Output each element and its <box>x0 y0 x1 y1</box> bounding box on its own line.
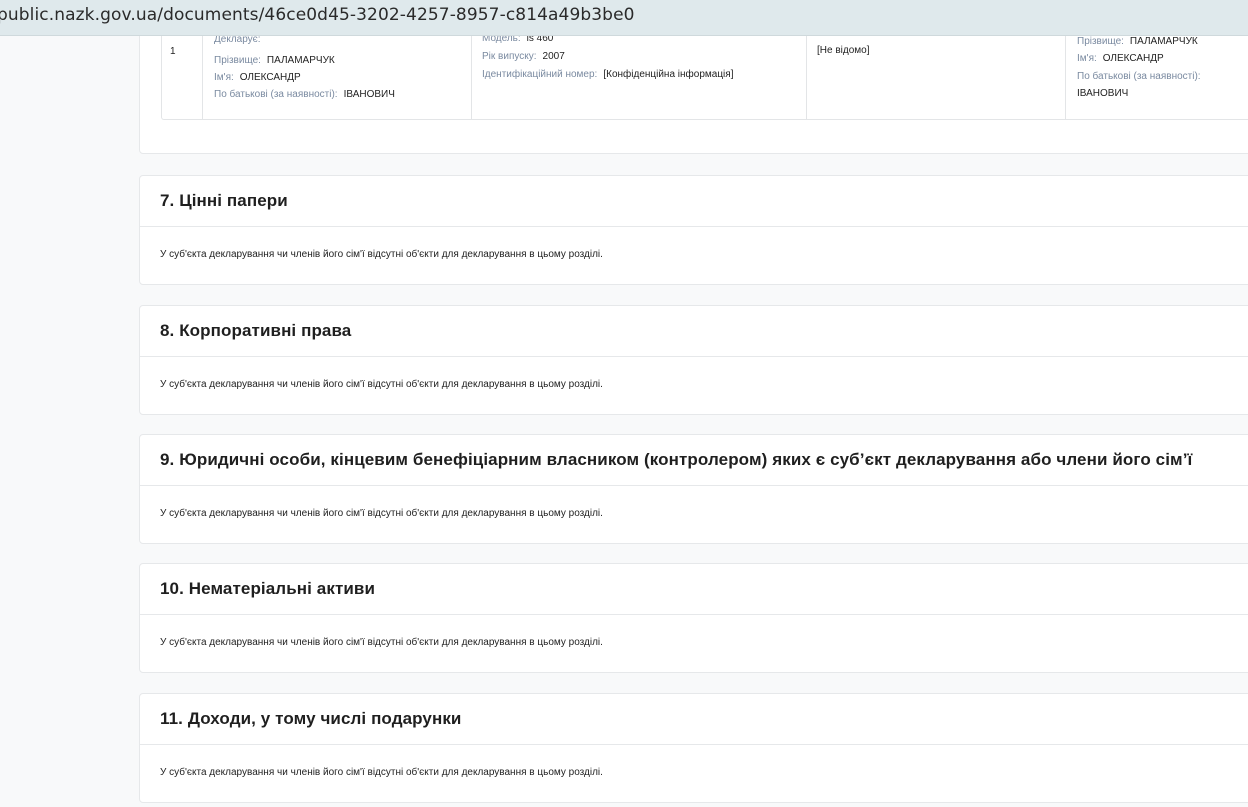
row-number: 1 <box>170 46 176 57</box>
section-header: 10. Нематеріальні активи <box>140 564 1248 615</box>
empty-section-note: У суб'єкта декларування чи членів його с… <box>160 379 603 390</box>
owner-name-label: Ім'я: <box>214 72 234 83</box>
owner-surname: ПАЛАМАРЧУК <box>266 55 335 66</box>
owner-patronymic-label: По батькові (за наявності): <box>214 89 338 100</box>
user-surname: ПАЛАМАРЧУК <box>1129 36 1198 47</box>
section-header: 9. Юридичні особи, кінцевим бенефіціарни… <box>140 435 1248 486</box>
empty-section-note: У суб'єкта декларування чи членів його с… <box>160 637 603 648</box>
owner-name: ОЛЕКСАНДР <box>239 72 301 83</box>
user-surname-label: Прізвище: <box>1077 36 1124 47</box>
user-name: ОЛЕКСАНДР <box>1102 53 1164 64</box>
section-title: 7. Цінні папери <box>160 191 288 210</box>
vehicles-card: 1 Декларує: Прізвище: ПАЛАМАРЧУК Ім'я: ОЛЕ… <box>139 36 1248 154</box>
section-header: 7. Цінні папери <box>140 176 1248 227</box>
year-value: 2007 <box>542 51 565 62</box>
owner-heading: Декларує: <box>214 36 261 45</box>
id-label: Ідентифікаційний номер: <box>482 69 598 80</box>
section-intangible-assets: 10. Нематеріальні активи У суб'єкта декл… <box>139 563 1248 673</box>
section-title: 11. Доходи, у тому числі подарунки <box>160 709 462 728</box>
user-name-label: Ім'я: <box>1077 53 1097 64</box>
section-title: 9. Юридичні особи, кінцевим бенефіціарни… <box>160 450 1193 469</box>
table-cell-model: Модель: ls 460 Рік випуску: 2007 Ідентифік… <box>472 36 807 119</box>
empty-section-note: У суб'єкта декларування чи членів його с… <box>160 767 603 778</box>
user-patronymic: ІВАНОВИЧ <box>1077 88 1129 99</box>
section-legal-entities: 9. Юридичні особи, кінцевим бенефіціарни… <box>139 434 1248 544</box>
table-cell-number: 1 <box>162 36 203 119</box>
section-header: 11. Доходи, у тому числі подарунки <box>140 694 1248 745</box>
section-income: 11. Доходи, у тому числі подарунки У суб… <box>139 693 1248 803</box>
section-title: 8. Корпоративні права <box>160 321 352 340</box>
model-value: ls 460 <box>526 36 554 44</box>
cost-value: [Не відомо] <box>817 45 870 56</box>
table-cell-user: Прізвище: ПАЛАМАРЧУК Ім'я: ОЛЕКСАНДР По ба… <box>1066 36 1248 119</box>
address-url[interactable]: public.nazk.gov.ua/documents/46ce0d45-32… <box>0 5 635 25</box>
owner-surname-label: Прізвище: <box>214 55 261 66</box>
owner-patronymic: ІВАНОВИЧ <box>343 89 395 100</box>
address-bar[interactable]: public.nazk.gov.ua/documents/46ce0d45-32… <box>0 0 1248 36</box>
empty-section-note: У суб'єкта декларування чи членів його с… <box>160 249 603 260</box>
section-title: 10. Нематеріальні активи <box>160 579 376 598</box>
page-content: 1 Декларує: Прізвище: ПАЛАМАРЧУК Ім'я: ОЛЕ… <box>0 36 1248 807</box>
model-label: Модель: <box>482 36 521 44</box>
empty-section-note: У суб'єкта декларування чи членів його с… <box>160 508 603 519</box>
user-patronymic-label: По батькові (за наявності): <box>1077 71 1201 82</box>
table-cell-owner: Декларує: Прізвище: ПАЛАМАРЧУК Ім'я: ОЛЕКС… <box>203 36 472 119</box>
vehicles-table: 1 Декларує: Прізвище: ПАЛАМАРЧУК Ім'я: ОЛЕ… <box>161 36 1248 120</box>
section-corporate-rights: 8. Корпоративні права У суб'єкта деклару… <box>139 305 1248 415</box>
section-header: 8. Корпоративні права <box>140 306 1248 357</box>
id-value: [Конфіденційна інформація] <box>603 69 734 80</box>
table-cell-cost: [Не відомо] <box>807 36 1066 119</box>
section-securities: 7. Цінні папери У суб'єкта декларування … <box>139 175 1248 285</box>
year-label: Рік випуску: <box>482 51 537 62</box>
